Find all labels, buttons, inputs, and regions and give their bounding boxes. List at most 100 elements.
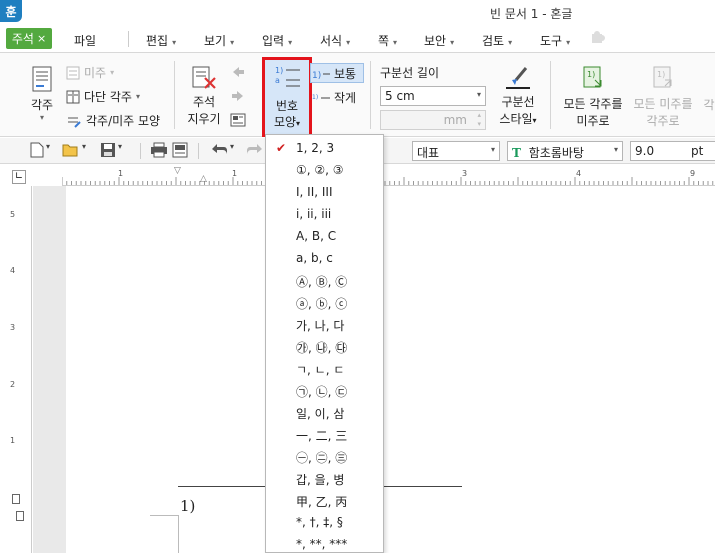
tab-footnote-context[interactable]: 주석 × — [6, 28, 52, 49]
number-shape-option[interactable]: A, B, C — [296, 229, 336, 243]
number-shape-option[interactable]: 갑, 을, 병 — [296, 471, 344, 488]
number-shape-option[interactable]: *, **, *** — [296, 537, 347, 551]
delete-note-button[interactable]: 주석 지우기 — [184, 66, 224, 127]
menu-file[interactable]: 파일 — [74, 32, 96, 49]
footnote-button[interactable]: 각주 ▾ — [24, 66, 60, 122]
app-logo[interactable]: 훈 — [0, 0, 22, 22]
menu-format[interactable]: 서식 ▾ — [320, 32, 350, 49]
note-shape-icon — [68, 117, 81, 128]
menu-edit[interactable]: 편집 ▾ — [146, 32, 176, 49]
number-shape-option[interactable]: ㊀, ㊁, ㊂ — [296, 449, 347, 466]
normal-size-icon: 1) — [312, 71, 330, 80]
ruler-number: 5 — [10, 210, 16, 219]
menu-review[interactable]: 검토 ▾ — [482, 32, 512, 49]
number-shape-option[interactable]: 가, 나, 다 — [296, 317, 344, 334]
horizontal-ruler[interactable]: 1 1 2 3 4 9 ▽ △ — [62, 166, 715, 186]
close-icon[interactable]: × — [37, 32, 46, 45]
number-shape-option[interactable]: Ⓐ, Ⓑ, Ⓒ — [296, 273, 347, 290]
redo-icon[interactable] — [246, 142, 264, 160]
vertical-ruler[interactable]: 5 4 3 2 1 — [0, 186, 32, 553]
top-margin-marker-icon[interactable] — [12, 494, 20, 504]
open-folder-icon[interactable] — [62, 142, 80, 162]
menu-security[interactable]: 보안 ▾ — [424, 32, 454, 49]
number-shape-option[interactable]: I, II, III — [296, 185, 333, 199]
small-size-label: 작게 — [334, 91, 357, 105]
separator-mm-field[interactable]: mm ▴ ▾ — [380, 110, 486, 130]
number-shape-button[interactable]: 1) a 번호 모양▾ — [262, 57, 312, 137]
chevron-down-icon[interactable]: ▾ — [24, 113, 60, 122]
delete-note-label2: 지우기 — [187, 112, 221, 126]
number-shape-option[interactable]: ①, ②, ③ — [296, 163, 344, 177]
font-size-field[interactable]: 9.0 pt — [630, 141, 715, 161]
chevron-down-icon: ▾ — [508, 38, 513, 47]
note-list-icon[interactable] — [230, 112, 246, 131]
print-icon[interactable] — [150, 142, 168, 162]
undo-icon[interactable] — [210, 142, 228, 160]
menu-divider — [128, 31, 129, 47]
convert-to-endnotes-button[interactable]: 1) 모든 각주를 미주로 — [560, 66, 626, 129]
endnote-icon — [66, 66, 80, 79]
separator-length-select[interactable]: 5 cm ▾ — [380, 86, 486, 106]
menu-insert[interactable]: 입력 ▾ — [262, 32, 292, 49]
number-shape-option[interactable]: ㉠, ㉡, ㉢ — [296, 383, 347, 400]
number-shape-option[interactable]: a, b, c — [296, 251, 333, 265]
font-size-unit: pt — [691, 144, 704, 158]
margin-marker-icon[interactable]: △ — [200, 174, 207, 184]
indent-marker-icon[interactable]: ▽ — [174, 166, 181, 176]
tab-stop-selector[interactable]: ∟ — [12, 170, 26, 184]
ruler-number: 3 — [462, 169, 468, 178]
chevron-down-icon[interactable]: ▾ — [230, 142, 234, 151]
print-preview-icon[interactable] — [172, 142, 188, 162]
cut-off-button-label[interactable]: 각 — [702, 96, 715, 113]
menu-page[interactable]: 쪽 ▾ — [378, 32, 397, 49]
small-size-button[interactable]: 1) 작게 — [312, 89, 356, 106]
separator-style-label2: 스타일▾ — [499, 112, 537, 126]
number-shape-option[interactable]: ㉮, ㉯, ㉰ — [296, 339, 347, 356]
new-document-icon[interactable] — [30, 142, 44, 162]
number-shape-option[interactable]: ⓐ, ⓑ, ⓒ — [296, 295, 347, 312]
convert-to-footnotes-button[interactable]: 1) 모든 미주를 각주로 — [630, 66, 696, 129]
menu-bar: 주석 × 파일 편집 ▾ 보기 ▾ 입력 ▾ 서식 ▾ 쪽 ▾ 보안 ▾ 검토 ▾ 도구 ▾ — [0, 25, 715, 53]
delete-note-label1: 주석 — [192, 95, 216, 109]
tab-footnote-label: 주석 — [11, 32, 34, 46]
brush-icon — [506, 67, 530, 89]
chevron-down-icon[interactable]: ▾ — [118, 142, 122, 151]
note-shape-button[interactable]: 각주/미주 모양 — [66, 112, 160, 129]
font-select[interactable]: T 함초롬바탕 ▾ — [507, 141, 623, 161]
checkmark-icon: ✔ — [276, 141, 287, 155]
normal-size-label: 보통 — [334, 67, 357, 81]
ruler-number: 2 — [10, 380, 16, 389]
menu-tools[interactable]: 도구 ▾ — [540, 32, 570, 49]
next-note-icon[interactable] — [230, 88, 246, 107]
style-select[interactable]: 대표 ▾ — [412, 141, 500, 161]
convert-to-footnotes-label2: 각주로 — [646, 114, 680, 128]
multi-footnote-button[interactable]: 다단 각주 ▾ — [66, 88, 140, 105]
endnote-button[interactable]: 미주 ▾ — [66, 64, 114, 81]
separator-style-label1: 구분선 — [501, 95, 535, 109]
convert-to-footnotes-icon: 1) — [653, 66, 672, 88]
footnote-number[interactable]: 1) — [180, 497, 195, 515]
number-shape-option[interactable]: 一, 二, 三 — [296, 427, 347, 444]
chevron-down-icon[interactable]: ▾ — [82, 142, 86, 151]
menu-view[interactable]: 보기 ▾ — [204, 32, 234, 49]
bottom-margin-marker-icon[interactable] — [16, 511, 24, 521]
window-title: 빈 문서 1 - 혼글 — [490, 7, 573, 21]
chevron-down-icon: ▾ — [288, 38, 293, 47]
document-page[interactable] — [66, 186, 715, 553]
style-value: 대표 — [417, 146, 440, 160]
puzzle-icon[interactable] — [590, 30, 610, 46]
separator-length-label: 구분선 길이 — [380, 66, 440, 80]
chevron-down-icon[interactable]: ▾ — [46, 142, 50, 151]
prev-note-icon[interactable] — [230, 64, 246, 83]
number-shape-option[interactable]: ㄱ, ㄴ, ㄷ — [296, 361, 344, 378]
ruler-number: 9 — [690, 169, 696, 178]
number-shape-option[interactable]: i, ii, iii — [296, 207, 331, 221]
number-shape-option[interactable]: 1, 2, 3 — [296, 141, 334, 155]
normal-size-button[interactable]: 1) 보통 — [312, 65, 356, 82]
separator-style-button[interactable]: 구분선 스타일▾ — [497, 66, 539, 127]
chevron-down-icon: ▾ — [135, 92, 140, 101]
number-shape-option[interactable]: *, †, ‡, § — [296, 515, 343, 529]
number-shape-option[interactable]: 甲, 乙, 丙 — [296, 493, 347, 510]
save-icon[interactable] — [100, 142, 116, 162]
number-shape-option[interactable]: 일, 이, 삼 — [296, 405, 344, 422]
